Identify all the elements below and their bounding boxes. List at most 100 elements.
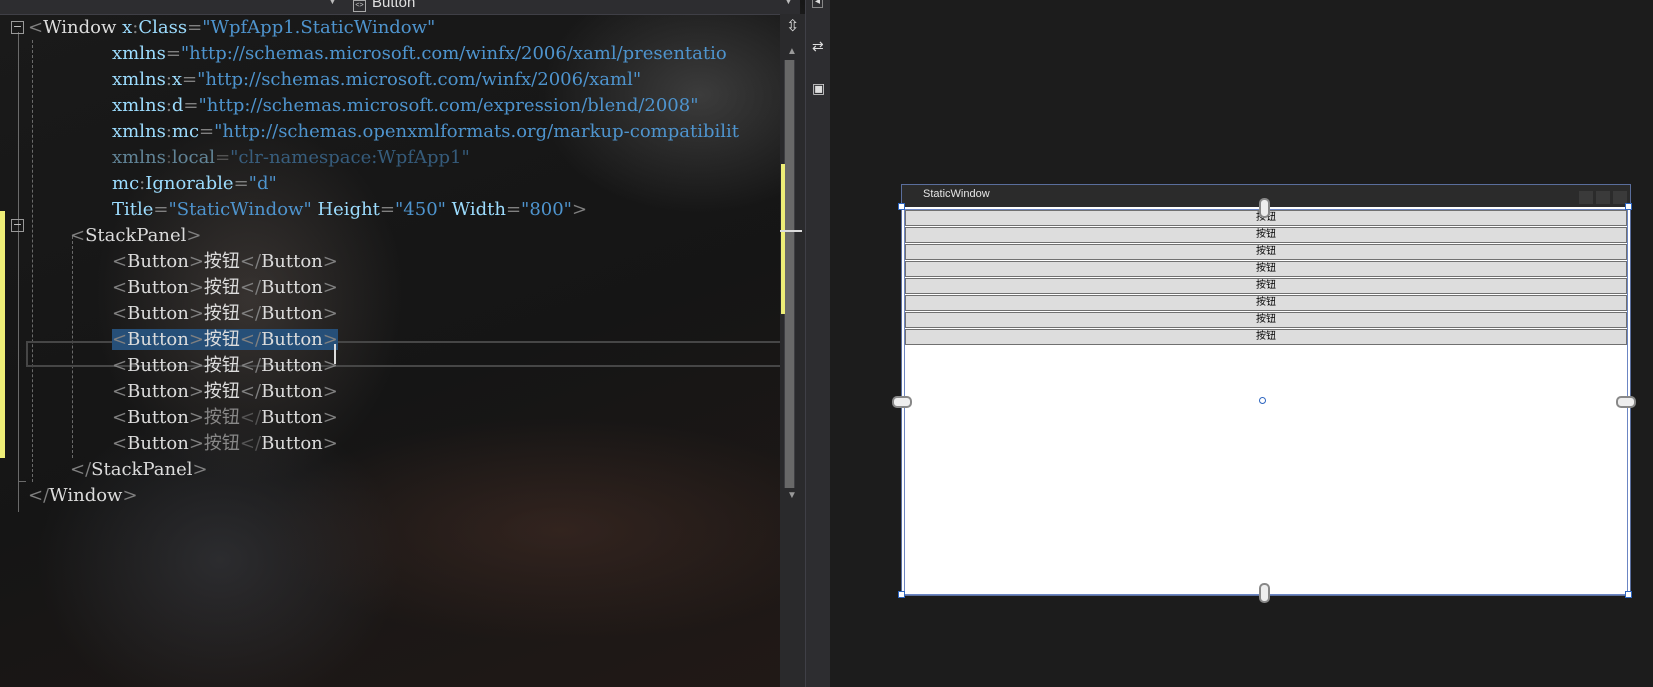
code-token: 按钮 <box>203 329 240 350</box>
margin-grip[interactable] <box>1259 198 1270 218</box>
code-token: Button <box>261 381 323 402</box>
design-button[interactable]: 按钮 <box>905 295 1627 311</box>
design-button[interactable]: 按钮 <box>905 278 1627 294</box>
code-token: mc <box>112 173 140 194</box>
maximize-icon <box>1596 191 1610 204</box>
code-token: Window <box>43 17 117 38</box>
code-token: 按钮 <box>203 355 240 376</box>
code-token: Button <box>127 355 189 376</box>
code-token: < <box>112 277 128 298</box>
center-anchor <box>1259 397 1266 404</box>
code-token: Button <box>127 277 189 298</box>
code-token: "800" <box>521 199 572 220</box>
code-token: xmlns <box>112 69 166 90</box>
design-window[interactable]: StaticWindow 按钮按钮按钮按钮按钮按钮按钮按钮 <box>901 184 1631 596</box>
code-token: < <box>112 355 128 376</box>
editor-scrollbar[interactable]: ⇳ ▲ ▼ <box>780 14 805 687</box>
design-button[interactable]: 按钮 <box>905 261 1627 277</box>
swap-panes-icon[interactable]: ⇄ <box>812 38 824 55</box>
code-line: <Button>按钮</Button> <box>112 379 338 405</box>
code-token: </ <box>239 303 262 324</box>
code-token: = <box>505 199 522 220</box>
resize-handle[interactable] <box>898 203 905 210</box>
code-token: 按钮 <box>203 277 240 298</box>
code-token: > <box>571 199 588 220</box>
code-token: = <box>215 147 231 168</box>
design-button[interactable]: 按钮 <box>905 227 1627 243</box>
indent-guide <box>32 40 33 482</box>
code-token: Button <box>127 303 189 324</box>
code-token: > <box>188 303 204 324</box>
code-token: < <box>112 303 128 324</box>
code-token: Width <box>445 199 506 220</box>
code-token: Height <box>311 199 380 220</box>
scroll-up-icon[interactable]: ▲ <box>787 46 797 57</box>
code-token: Button <box>127 381 189 402</box>
code-line: </StackPanel> <box>70 457 208 483</box>
code-line: <Button>按钮</Button> <box>112 249 338 275</box>
code-token: "StaticWindow" <box>168 199 312 220</box>
code-line: xmlns="http://schemas.microsoft.com/winf… <box>112 41 727 67</box>
code-token: Class <box>138 17 188 38</box>
scroll-down-icon[interactable]: ▼ <box>787 490 797 501</box>
margin-grip[interactable] <box>1616 396 1636 408</box>
collapse-icon[interactable]: ◂ <box>812 0 823 8</box>
code-token: StackPanel <box>85 225 187 246</box>
code-token: Title <box>112 199 154 220</box>
code-token: Button <box>127 433 189 454</box>
code-token: > <box>188 277 204 298</box>
code-line: <Button>按钮</Button> <box>112 431 338 457</box>
code-token: < <box>112 251 128 272</box>
scroll-thumb[interactable] <box>785 60 794 488</box>
code-token: Button <box>127 251 189 272</box>
code-line: <StackPanel> <box>70 223 202 249</box>
code-token: Button <box>261 329 323 350</box>
pane-splitter[interactable]: ◂ ⇄ ▣ <box>805 0 831 687</box>
collapse-icon[interactable]: − <box>11 219 24 232</box>
code-token: = <box>233 173 249 194</box>
code-token: < <box>28 17 44 38</box>
code-token: "http://schemas.microsoft.com/winfx/2006… <box>197 69 642 90</box>
code-token: < <box>112 407 128 428</box>
stack-panel[interactable]: 按钮按钮按钮按钮按钮按钮按钮按钮 <box>904 209 1628 595</box>
element-combo-label[interactable]: Button <box>372 0 415 11</box>
margin-grip[interactable] <box>892 396 912 408</box>
code-token: </ <box>239 433 262 454</box>
code-token: > <box>192 459 208 480</box>
window-title: StaticWindow <box>923 188 990 200</box>
code-token: "clr-namespace:WpfApp1" <box>230 147 470 168</box>
code-token: </ <box>28 485 50 506</box>
design-button[interactable]: 按钮 <box>905 244 1627 260</box>
chevron-down-icon[interactable]: ▼ <box>783 0 794 7</box>
combo-element-icon: <> <box>353 0 366 12</box>
code-token: > <box>188 329 204 350</box>
code-token: < <box>112 381 128 402</box>
xaml-designer[interactable]: StaticWindow 按钮按钮按钮按钮按钮按钮按钮按钮 <box>830 0 1653 687</box>
code-token: 按钮 <box>203 303 240 324</box>
resize-handle[interactable] <box>898 591 905 598</box>
code-token: 按钮 <box>203 251 240 272</box>
margin-grip[interactable] <box>1259 583 1270 603</box>
text-caret <box>334 344 336 364</box>
code-line: <Button>按钮</Button> <box>112 301 338 327</box>
xaml-editor[interactable]: ▼ <> Button ▼ − − <Window x:Class="WpfAp… <box>0 0 805 687</box>
design-button[interactable]: 按钮 <box>905 329 1627 345</box>
design-button[interactable]: 按钮 <box>905 312 1627 328</box>
code-token: "http://schemas.microsoft.com/expression… <box>198 95 699 116</box>
code-token: "http://schemas.openxmlformats.org/marku… <box>214 121 739 142</box>
pane-layout-icon[interactable]: ▣ <box>812 80 825 97</box>
resize-handle[interactable] <box>1625 203 1632 210</box>
split-icon[interactable]: ⇳ <box>786 16 799 36</box>
code-area[interactable]: − − <Window x:Class="WpfApp1.StaticWindo… <box>0 14 782 687</box>
code-token: = <box>199 121 215 142</box>
collapse-icon[interactable]: − <box>11 21 24 34</box>
code-token: Button <box>261 355 323 376</box>
code-token: Window <box>49 485 123 506</box>
code-token: Button <box>261 433 323 454</box>
code-token: </ <box>239 251 262 272</box>
code-token: = <box>379 199 396 220</box>
resize-handle[interactable] <box>1625 591 1632 598</box>
code-token: </ <box>70 459 92 480</box>
code-token: > <box>322 433 338 454</box>
chevron-down-icon[interactable]: ▼ <box>327 0 338 7</box>
